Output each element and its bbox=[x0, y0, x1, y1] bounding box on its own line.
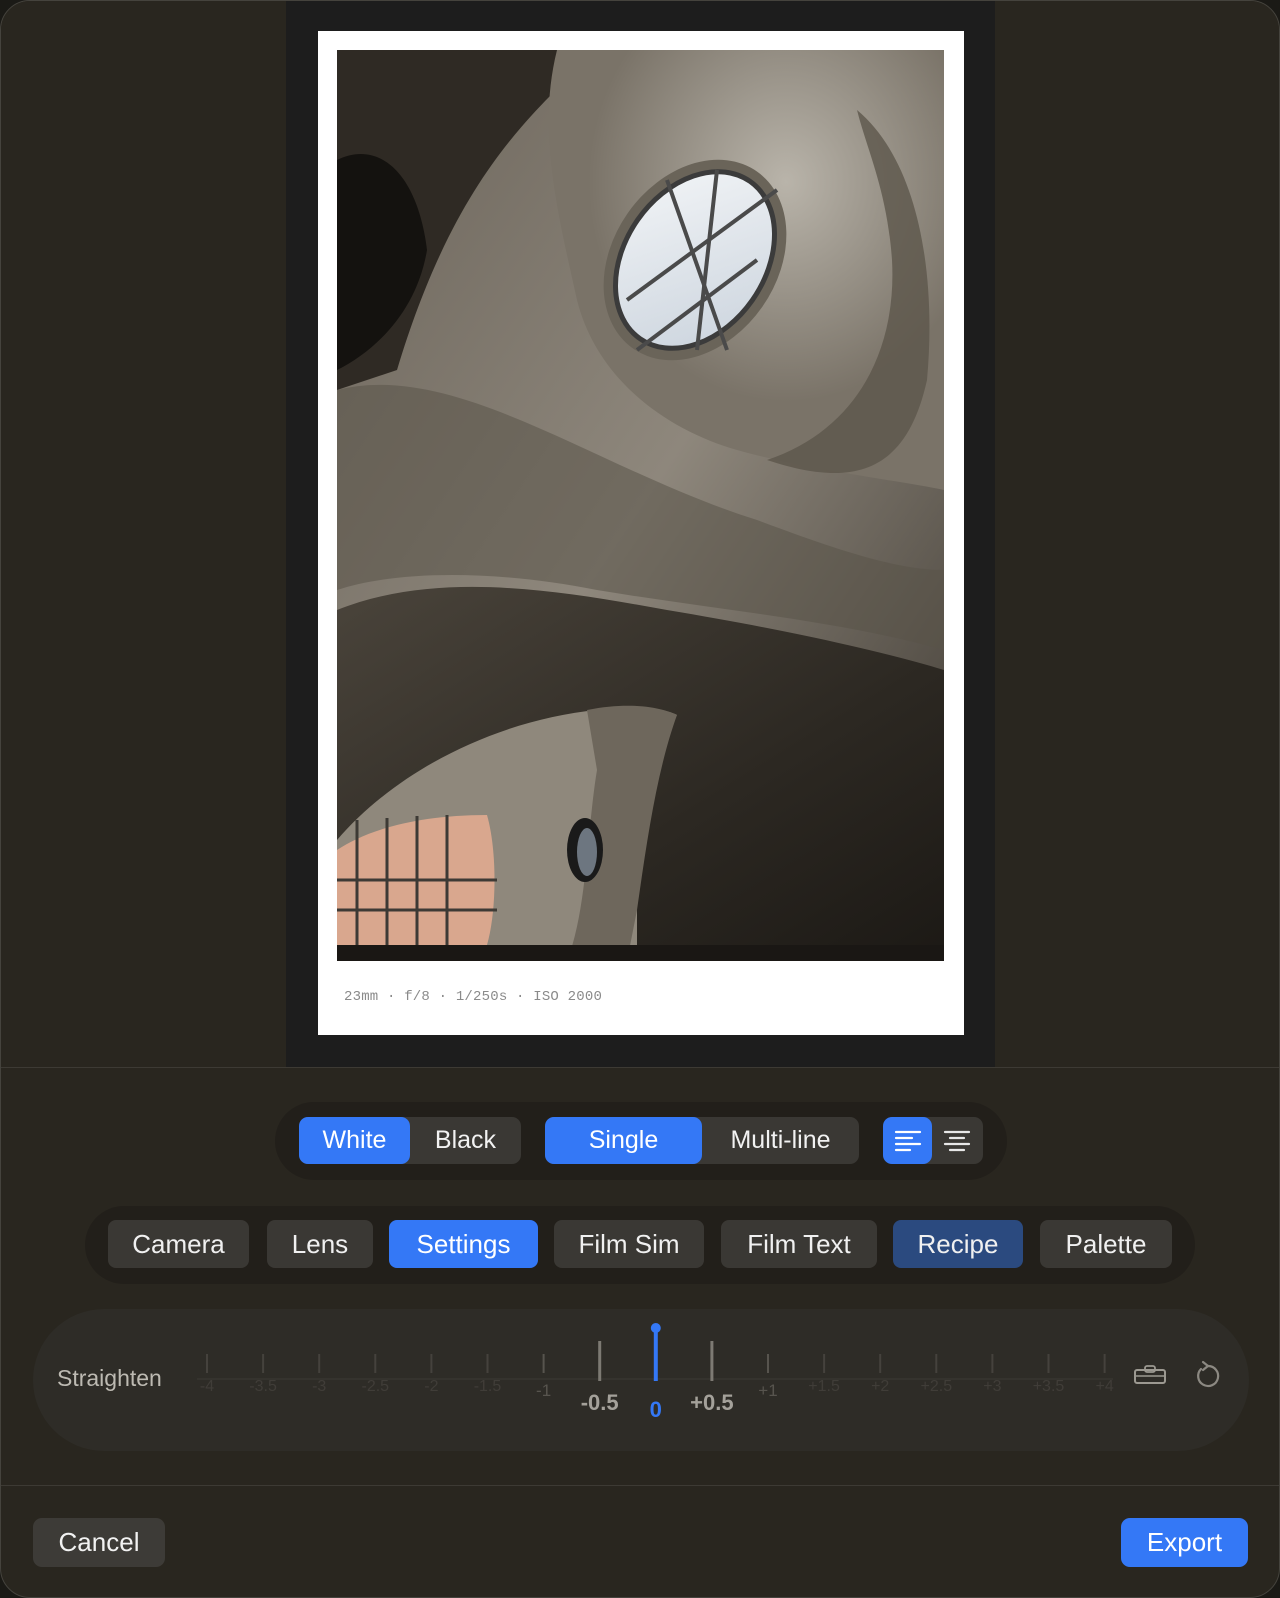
cancel-button[interactable]: Cancel bbox=[33, 1518, 165, 1567]
ruler-tick-label: +1.5 bbox=[808, 1378, 840, 1395]
photo bbox=[337, 50, 944, 961]
reset-icon[interactable] bbox=[1193, 1360, 1223, 1397]
straighten-control: Straighten -4 -3.5 -3 -2.5 -2 -1.5 -1 -0.5 0 +0.5… bbox=[33, 1309, 1249, 1451]
tab-settings[interactable]: Settings bbox=[389, 1220, 538, 1268]
ruler-tick-label: -1 bbox=[536, 1381, 551, 1400]
alignment-segmented bbox=[883, 1117, 983, 1164]
ruler-indicator[interactable] bbox=[650, 1323, 661, 1333]
ruler-tick-label: -3.5 bbox=[249, 1378, 277, 1395]
frame-black-option[interactable]: Black bbox=[410, 1117, 521, 1164]
ruler-tick-label: -4 bbox=[200, 1378, 214, 1395]
framed-photo-card: 23mm · f/8 · 1/250s · ISO 2000 bbox=[318, 31, 964, 1035]
footer-divider bbox=[1, 1485, 1279, 1486]
ruler-tick-label: +2.5 bbox=[921, 1378, 953, 1395]
ruler-tick-label: +4 bbox=[1095, 1378, 1113, 1395]
tab-palette[interactable]: Palette bbox=[1040, 1220, 1172, 1268]
ruler-tick-label: +2 bbox=[871, 1378, 889, 1395]
ruler-tick-label: -1.5 bbox=[474, 1378, 502, 1395]
ruler-tick-label: -2.5 bbox=[362, 1378, 390, 1395]
tab-film-text[interactable]: Film Text bbox=[721, 1220, 877, 1268]
tab-film-sim[interactable]: Film Sim bbox=[554, 1220, 704, 1268]
ruler-tick-label: +3 bbox=[983, 1378, 1001, 1395]
layout-single-option[interactable]: Single bbox=[545, 1117, 702, 1164]
caption-options-bar: White Black Single Multi-line bbox=[275, 1102, 1007, 1180]
tab-recipe[interactable]: Recipe bbox=[893, 1220, 1023, 1268]
ruler-tick-label: -3 bbox=[312, 1378, 326, 1395]
align-left-icon[interactable] bbox=[883, 1117, 932, 1164]
straighten-ruler[interactable]: -4 -3.5 -3 -2.5 -2 -1.5 -1 -0.5 0 +0.5 +1 +1.5 +2 +2.… bbox=[33, 1309, 1249, 1451]
level-icon[interactable] bbox=[1133, 1364, 1167, 1393]
tab-camera[interactable]: Camera bbox=[108, 1220, 249, 1268]
overlay-tabs-bar: Camera Lens Settings Film Sim Film Text … bbox=[85, 1206, 1195, 1284]
export-button[interactable]: Export bbox=[1121, 1518, 1248, 1567]
ruler-tick-label: +1 bbox=[758, 1381, 777, 1400]
tab-lens[interactable]: Lens bbox=[267, 1220, 373, 1268]
export-dialog: 23mm · f/8 · 1/250s · ISO 2000 White Bla… bbox=[0, 0, 1280, 1598]
ruler-tick-label: +0.5 bbox=[690, 1390, 733, 1415]
ruler-tick-label: 0 bbox=[650, 1397, 662, 1422]
frame-white-option[interactable]: White bbox=[299, 1117, 410, 1164]
align-center-icon[interactable] bbox=[932, 1117, 981, 1164]
exif-caption: 23mm · f/8 · 1/250s · ISO 2000 bbox=[344, 989, 603, 1005]
ruler-tick-label: -2 bbox=[424, 1378, 438, 1395]
layout-mode-segmented: Single Multi-line bbox=[545, 1117, 859, 1164]
ruler-tick-label: -0.5 bbox=[581, 1390, 619, 1415]
layout-multiline-option[interactable]: Multi-line bbox=[702, 1117, 859, 1164]
preview-area: 23mm · f/8 · 1/250s · ISO 2000 bbox=[1, 1, 1279, 1068]
ruler-tick-label: +3.5 bbox=[1033, 1378, 1065, 1395]
frame-color-segmented: White Black bbox=[299, 1117, 521, 1164]
